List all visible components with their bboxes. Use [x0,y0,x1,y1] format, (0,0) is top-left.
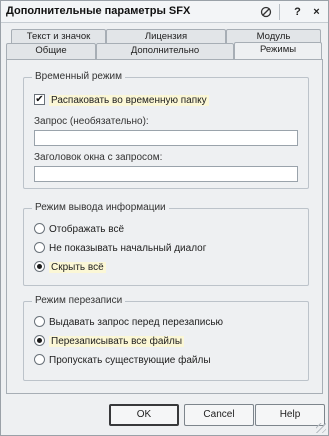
tab-strip: Текст и значок Лицензия Модуль Общие Доп… [6,29,323,61]
group-title: Режим вывода информации [32,202,169,213]
radio-off-icon[interactable] [34,315,45,327]
window-title: Дополнительные параметры SFX [6,5,191,17]
tab-label: Режимы [259,44,297,55]
output-mode-group: Режим вывода информации Отображать всё Н… [23,202,309,286]
radio-on-icon[interactable] [34,334,45,346]
tab-panel-modes: Временный режим ✔ Распаковать во временну… [6,59,323,394]
pin-icon[interactable] [257,4,274,20]
radio-label: Пропускать существующие файлы [49,355,211,366]
temp-mode-group: Временный режим ✔ Распаковать во временну… [23,71,309,189]
radio-label: Отображать всё [49,224,125,235]
radio-off-icon[interactable] [34,353,45,365]
resize-grip-icon[interactable] [316,423,326,433]
titlebar-separator [279,4,280,20]
radio-show-all[interactable]: Отображать всё [34,222,125,237]
cancel-button[interactable]: Cancel [184,404,254,426]
group-title: Временный режим [32,71,125,82]
radio-ask-before-overwrite[interactable]: Выдавать запрос перед перезаписью [34,315,224,330]
overwrite-mode-group: Режим перезаписи Выдавать запрос перед п… [23,295,309,381]
close-button[interactable]: × [308,4,325,20]
tab-label: Текст и значок [26,31,91,42]
prompt-title-input[interactable] [34,166,298,182]
ok-button[interactable]: OK [109,404,179,426]
tab-label: Лицензия [144,31,188,42]
radio-off-icon[interactable] [34,222,45,234]
checkbox-label: Распаковать во временную папку [49,95,209,106]
radio-skip-existing[interactable]: Пропускать существующие файлы [34,353,211,368]
radio-hide-start-dialog[interactable]: Не показывать начальный диалог [34,241,207,256]
radio-label: Не показывать начальный диалог [49,243,207,254]
tab-advanced[interactable]: Дополнительно [96,43,234,59]
prompt-label: Запрос (необязательно): [34,116,149,127]
radio-label: Выдавать запрос перед перезаписью [49,317,224,328]
tab-label: Дополнительно [130,45,200,56]
tab-license[interactable]: Лицензия [106,29,226,43]
tab-general[interactable]: Общие [6,43,96,59]
help-button[interactable]: Help [255,404,325,426]
radio-off-icon[interactable] [34,241,45,253]
prompt-input[interactable] [34,130,298,146]
help-title-button[interactable]: ? [289,4,306,20]
unpack-temp-checkbox[interactable]: ✔ Распаковать во временную папку [34,93,209,108]
tab-modes[interactable]: Режимы [234,42,322,59]
radio-hide-all[interactable]: Скрыть всё [34,260,106,275]
radio-on-icon[interactable] [34,260,45,272]
group-title: Режим перезаписи [32,295,126,306]
radio-label: Перезаписывать все файлы [49,336,185,347]
tab-label: Общие [35,45,67,56]
dialog-window: Дополнительные параметры SFX ? × Текст и… [0,0,329,436]
radio-label: Скрыть всё [49,262,106,273]
radio-overwrite-all[interactable]: Перезаписывать все файлы [34,334,185,349]
checkbox-checked-icon[interactable]: ✔ [34,93,45,105]
title-bar: Дополнительные параметры SFX ? × [1,1,328,23]
tab-text-and-icon[interactable]: Текст и значок [11,29,106,43]
prompt-title-label: Заголовок окна с запросом: [34,152,163,163]
tab-label: Модуль [256,31,291,42]
tab-module[interactable]: Модуль [226,29,321,43]
